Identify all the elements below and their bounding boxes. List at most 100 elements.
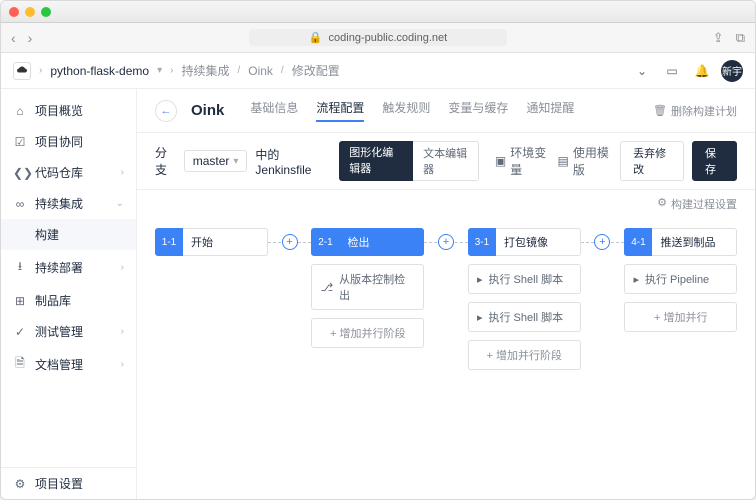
- stage-name[interactable]: 打包镜像: [496, 228, 581, 256]
- browser-back[interactable]: ‹: [11, 30, 16, 46]
- add-stage-button[interactable]: +: [282, 234, 298, 250]
- shell-icon: ▸: [477, 311, 483, 324]
- gear-icon: ⚙: [13, 477, 27, 491]
- minimize-window[interactable]: [25, 7, 35, 17]
- sidebar-label: 持续部署: [35, 259, 83, 276]
- url-box[interactable]: 🔒 coding-public.coding.net: [249, 29, 507, 46]
- stage-number: 1-1: [155, 228, 183, 256]
- add-parallel-stage[interactable]: + 增加并行阶段: [311, 318, 424, 348]
- back-button[interactable]: ←: [155, 100, 177, 122]
- crumb-plan[interactable]: Oink: [248, 64, 273, 78]
- stage-name[interactable]: 推送到制品: [652, 228, 737, 256]
- delete-plan-link[interactable]: 🗑删除构建计划: [653, 103, 737, 119]
- config-toolbar: 分支 master▾ 中的 Jenkinsfile 图形化编辑器 文本编辑器 ▣…: [137, 133, 755, 190]
- tabs-icon[interactable]: ⧉: [736, 30, 745, 46]
- sidebar-item-test[interactable]: ✓ 测试管理 ›: [1, 316, 136, 347]
- gear-icon: ⚙: [657, 196, 667, 212]
- brand-logo[interactable]: [13, 62, 31, 80]
- page-title: Oink: [191, 102, 224, 119]
- tab-pipeline[interactable]: 流程配置: [316, 99, 364, 122]
- test-icon: ✓: [13, 325, 27, 339]
- apps-icon[interactable]: ▭: [661, 60, 683, 82]
- tab-vars[interactable]: 变量与缓存: [448, 99, 508, 122]
- pipeline-canvas: 1-1开始 + 2-1检出 ⎇从版本控制检出 + 增加并行阶段 + 3-1打包镜…: [137, 218, 755, 410]
- sidebar-label: 制品库: [35, 292, 71, 309]
- sidebar-label: 代码仓库: [35, 164, 83, 181]
- sidebar-item-artifact[interactable]: ⊞ 制品库: [1, 285, 136, 316]
- ci-icon: ∞: [13, 197, 27, 211]
- step-checkout[interactable]: ⎇从版本控制检出: [311, 264, 424, 310]
- editor-mode-graphic[interactable]: 图形化编辑器: [339, 141, 413, 181]
- add-parallel-stage[interactable]: + 增加并行: [624, 302, 737, 332]
- sidebar-item-docs[interactable]: 🗎 文档管理 ›: [1, 347, 136, 382]
- browser-forward[interactable]: ›: [28, 30, 33, 46]
- sidebar-item-repo[interactable]: ❮❯代码仓库›: [1, 157, 136, 188]
- sidebar-label: 项目设置: [35, 475, 83, 492]
- home-icon: ⌂: [13, 104, 27, 118]
- step-shell[interactable]: ▸执行 Shell 脚本: [468, 302, 581, 332]
- top-nav: › python-flask-demo ▾ › 持续集成 / Oink / 修改…: [1, 53, 755, 89]
- tab-notify[interactable]: 通知提醒: [526, 99, 574, 122]
- sidebar-item-settings[interactable]: ⚙ 项目设置: [1, 468, 136, 499]
- project-name[interactable]: python-flask-demo: [50, 64, 149, 78]
- crumb-ci[interactable]: 持续集成: [181, 62, 229, 79]
- sidebar-label: 文档管理: [35, 356, 83, 373]
- shell-icon: ▸: [633, 273, 639, 286]
- divider: ›: [39, 65, 42, 76]
- sidebar-item-deploy[interactable]: ⭳持续部署›: [1, 250, 136, 285]
- build-settings-link[interactable]: 构建过程设置: [671, 196, 737, 212]
- sidebar-label: 项目协同: [35, 133, 83, 150]
- avatar[interactable]: 新宇: [721, 60, 743, 82]
- address-bar: ‹ › 🔒 coding-public.coding.net ⇪ ⧉: [1, 23, 755, 53]
- connector: +: [424, 228, 468, 256]
- titlebar: [1, 1, 755, 23]
- stage-1[interactable]: 1-1开始: [155, 228, 268, 256]
- branch-select[interactable]: master▾: [184, 150, 248, 172]
- step-pipeline[interactable]: ▸执行 Pipeline: [624, 264, 737, 294]
- chevron-right-icon: ›: [121, 326, 124, 337]
- sidebar-item-collab[interactable]: ☑ 项目协同: [1, 126, 136, 157]
- page-header: ← Oink 基础信息 流程配置 触发规则 变量与缓存 通知提醒 🗑删除构建计划: [137, 89, 755, 133]
- jenkinsfile-label: 中的 Jenkinsfile: [255, 146, 327, 177]
- url-text: coding-public.coding.net: [329, 32, 448, 44]
- editor-mode-text[interactable]: 文本编辑器: [413, 141, 479, 181]
- sidebar-item-build[interactable]: 构建: [1, 219, 136, 250]
- collab-icon: ☑: [13, 135, 27, 149]
- chevron-right-icon: ›: [121, 359, 124, 370]
- discard-button[interactable]: 丢弃修改: [620, 141, 684, 181]
- stage-4[interactable]: 4-1推送到制品 ▸执行 Pipeline + 增加并行: [624, 228, 737, 332]
- sidebar-item-ci[interactable]: ∞ 持续集成 ⌄: [1, 188, 136, 219]
- share-icon[interactable]: ⇪: [713, 30, 724, 46]
- doc-icon: 🗎: [13, 354, 27, 375]
- add-stage-button[interactable]: +: [438, 234, 454, 250]
- project-dropdown-icon[interactable]: ▾: [157, 65, 162, 76]
- stage-3[interactable]: 3-1打包镜像 ▸执行 Shell 脚本 ▸执行 Shell 脚本 + 增加并行…: [468, 228, 581, 370]
- sidebar-label: 测试管理: [35, 323, 83, 340]
- stage-name[interactable]: 检出: [339, 228, 424, 256]
- add-stage-button[interactable]: +: [594, 234, 610, 250]
- close-window[interactable]: [9, 7, 19, 17]
- stage-number: 2-1: [311, 228, 339, 256]
- sidebar: ⌂项目概览 ☑ 项目协同 ❮❯代码仓库› ∞ 持续集成 ⌄ 构建 ⭳ 持续部署 › ⊞ 制品…: [1, 89, 137, 499]
- sidebar-item-overview[interactable]: ⌂项目概览: [1, 95, 136, 126]
- notifications-icon[interactable]: 🔔: [691, 60, 713, 82]
- maximize-window[interactable]: [41, 7, 51, 17]
- deploy-icon: ⭳: [13, 257, 27, 278]
- artifact-icon: ⊞: [13, 294, 27, 308]
- env-var-button[interactable]: ▣环境变量: [495, 144, 550, 178]
- stage-name[interactable]: 开始: [183, 228, 268, 256]
- tab-trigger[interactable]: 触发规则: [382, 99, 430, 122]
- chevron-down-icon: ⌄: [116, 198, 124, 209]
- use-template-button[interactable]: ▤使用模版: [558, 144, 613, 178]
- quick-action-icon[interactable]: ⌄: [631, 60, 653, 82]
- sidebar-label: 持续集成: [35, 195, 83, 212]
- step-shell[interactable]: ▸执行 Shell 脚本: [468, 264, 581, 294]
- save-button[interactable]: 保存: [692, 141, 737, 181]
- stage-2[interactable]: 2-1检出 ⎇从版本控制检出 + 增加并行阶段: [311, 228, 424, 348]
- tab-basic[interactable]: 基础信息: [250, 99, 298, 122]
- sidebar-label: 构建: [35, 226, 59, 243]
- lock-icon: 🔒: [309, 31, 323, 44]
- add-parallel-stage[interactable]: + 增加并行阶段: [468, 340, 581, 370]
- branch-label: 分支: [155, 144, 176, 178]
- stage-number: 3-1: [468, 228, 496, 256]
